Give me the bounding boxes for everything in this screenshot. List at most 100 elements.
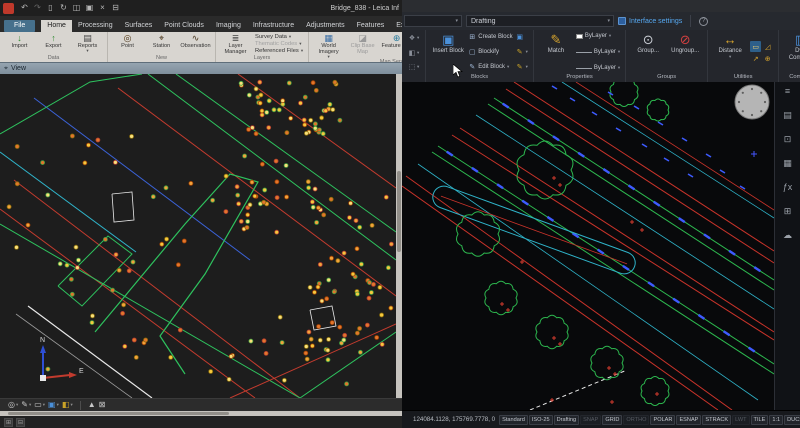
area-measure-button[interactable]: ▭ <box>750 41 761 52</box>
bylayer-dropdown-0[interactable]: ByLayer▾ <box>576 33 620 39</box>
group-button[interactable]: ⊙Group... <box>631 32 665 73</box>
paint-style-button[interactable]: ◧▾ <box>62 399 73 411</box>
partial-tool-0[interactable]: ❖▾ <box>408 34 419 42</box>
match-properties-button[interactable]: ✎Match <box>539 32 573 73</box>
tab-file[interactable]: File <box>4 20 35 32</box>
box-icon[interactable]: ▣ <box>83 0 96 16</box>
window-icon[interactable]: ⊟ <box>109 0 122 16</box>
status-toggle-ortho[interactable]: ORTHO <box>623 415 649 425</box>
sheets-icon[interactable]: ▦ <box>783 158 792 168</box>
tab-features[interactable]: Features <box>351 20 391 32</box>
view-tab[interactable]: ⌖ View <box>0 62 402 74</box>
tab-point-clouds[interactable]: Point Clouds <box>158 20 210 32</box>
workspace-combobox[interactable]: Drafting ▾ <box>466 15 614 27</box>
sync-icon[interactable]: ↻ <box>57 0 70 16</box>
left-drawing-canvas[interactable]: NE <box>0 74 396 398</box>
status-toggle-ducs[interactable]: DUCS <box>784 415 800 425</box>
partial-tool-1[interactable]: ◧▾ <box>408 49 419 57</box>
import-button[interactable]: ↓Import <box>3 33 36 55</box>
add-view-icon[interactable]: ⊞ <box>4 418 13 427</box>
status-toggle-esnap[interactable]: ESNAP <box>676 415 701 425</box>
status-toggle-strack[interactable]: STRACK <box>702 415 731 425</box>
block-library-button[interactable]: ▣ <box>516 33 528 41</box>
status-toggle-iso25[interactable]: ISO-25 <box>529 415 553 425</box>
distance-button[interactable]: ↔Distance▾ <box>713 32 747 73</box>
orbit-tool-icon: ◎ <box>8 399 15 411</box>
bylayer-dropdown-1[interactable]: ByLayer▾ <box>576 49 620 55</box>
angle-measure-button[interactable]: ◿ <box>762 41 773 52</box>
ungroup-button[interactable]: ⊘Ungroup... <box>668 32 702 73</box>
delete-icon[interactable]: ▯ <box>44 0 57 16</box>
reports-button[interactable]: ▤Reports▾ <box>71 33 104 55</box>
menu-thematic-codes[interactable]: Thematic Codes▾ <box>255 41 303 47</box>
ribbon-group-groups: ⊙Group...⊘Ungroup...Groups <box>626 30 708 82</box>
cloud-icon[interactable]: ☁ <box>783 230 792 240</box>
status-toggle-tile[interactable]: TILE <box>751 415 769 425</box>
settings-sliders-icon[interactable]: ≡ <box>785 86 790 96</box>
id-point-button[interactable]: ↗ <box>750 53 761 64</box>
insert-block-button[interactable]: ▣Insert Block <box>431 32 465 73</box>
status-toggle-11[interactable]: 1:1 <box>769 415 783 425</box>
status-toggle-standard[interactable]: Standard <box>499 415 528 425</box>
button-label: Station <box>153 43 170 49</box>
tab-imaging[interactable]: Imaging <box>210 20 247 32</box>
feature-info-button[interactable]: ⊕Feature Info <box>380 33 402 59</box>
ribbon-group-label: Blocks <box>428 73 531 82</box>
attribute-edit-button[interactable]: ✎▾ <box>516 63 528 71</box>
tab-processing[interactable]: Processing <box>72 20 119 32</box>
attribute-tool-icon: ✎ <box>516 48 524 56</box>
clip-base-map-button[interactable]: ◪Clip Base Map <box>346 33 379 59</box>
view-cube-button[interactable]: ▣▾ <box>48 399 59 411</box>
status-toggle-grid[interactable]: GRID <box>602 415 622 425</box>
orbit-tool-button[interactable]: ◎▾ <box>8 399 18 411</box>
dropdown-arrow-icon: ▾ <box>86 49 88 53</box>
dropdown-arrow-icon: ▾ <box>289 35 291 39</box>
attachments-icon[interactable]: ⊡ <box>784 134 792 144</box>
bylayer-dropdown-2[interactable]: ByLayer▾ <box>576 65 620 71</box>
status-toggle-polar[interactable]: POLAR <box>650 415 675 425</box>
layers-icon[interactable]: ▤ <box>783 110 792 120</box>
help-icon[interactable]: ? <box>699 17 708 26</box>
status-toggle-lwt[interactable]: LWT <box>732 415 749 425</box>
structure-icon[interactable]: ⊞ <box>784 206 792 216</box>
tab-home[interactable]: Home <box>41 20 72 32</box>
cone-view-button[interactable]: ▲ <box>88 399 96 411</box>
ribbon-group-utilities: ↔Distance▾▭◿↗⊕Utilities <box>708 30 779 82</box>
observation-button[interactable]: ∿Observation <box>179 33 212 55</box>
archive-icon[interactable]: ◫ <box>70 0 83 16</box>
attribute-tool-button[interactable]: ✎▾ <box>516 48 528 56</box>
remove-view-icon[interactable]: ⊟ <box>16 418 25 427</box>
interface-settings-button[interactable]: Interface settings <box>618 17 682 25</box>
menu-label: Survey Data <box>255 34 287 40</box>
left-horizontal-scrollbar[interactable] <box>0 411 402 416</box>
partial-tool-2[interactable]: ⬚▾ <box>408 63 419 71</box>
tab-infrastructure[interactable]: Infrastructure <box>247 20 300 32</box>
right-drawing-canvas[interactable] <box>402 82 774 410</box>
blockify-button[interactable]: ▢Blockify <box>468 48 512 56</box>
point-button[interactable]: ◎Point <box>111 33 144 55</box>
measure-tool-button[interactable]: ✎▾ <box>21 399 31 411</box>
redo-icon[interactable]: ↷ <box>31 0 44 16</box>
send-icon[interactable]: × <box>96 0 109 16</box>
create-block-button[interactable]: ⊞Create Block <box>468 33 512 41</box>
esri-world-imagery-button[interactable]: ▦World Imagery▾ <box>312 33 345 59</box>
status-toggle-drafting[interactable]: Drafting <box>554 415 580 425</box>
mass-properties-button[interactable]: ⊕ <box>762 53 773 64</box>
zoom-fit-button[interactable]: ⊠ <box>99 399 106 411</box>
edit-block-button[interactable]: ✎Edit Block▾ <box>468 63 512 71</box>
right-topbar: ▾ Drafting ▾ Interface settings ? <box>402 12 800 30</box>
export-button[interactable]: ↑Export <box>37 33 70 55</box>
station-button[interactable]: ⌖Station <box>145 33 178 55</box>
dwg-compare-button[interactable]: ▥Dwg Compare <box>784 32 800 73</box>
coordinates-readout: 124084.1128, 175769.7778, 0 <box>413 416 495 423</box>
layer-manager-button[interactable]: ≣Layer Manager <box>219 33 252 55</box>
tab-adjustments[interactable]: Adjustments <box>300 20 351 32</box>
menu-survey-data[interactable]: Survey Data▾ <box>255 34 303 40</box>
select-tool-button[interactable]: ▭▾ <box>34 399 45 411</box>
parameters-icon[interactable]: ƒx <box>783 182 793 192</box>
tab-surfaces[interactable]: Surfaces <box>119 20 159 32</box>
menu-referenced-files[interactable]: Referenced Files▾ <box>255 48 303 54</box>
undo-icon[interactable]: ↶ <box>18 0 31 16</box>
profile-combobox[interactable]: ▾ <box>404 15 462 27</box>
status-toggle-snap[interactable]: SNAP <box>580 415 601 425</box>
